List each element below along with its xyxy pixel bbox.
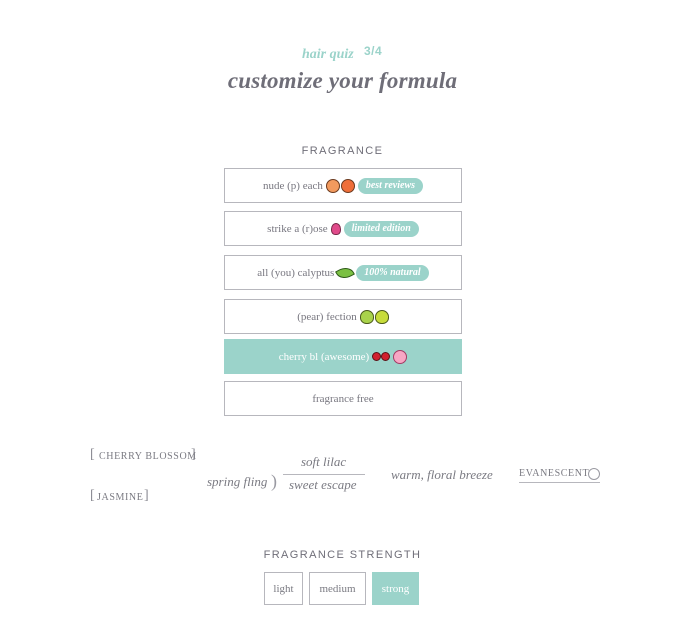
option-label: (pear) fection xyxy=(297,310,357,323)
note-soft-lilac: soft lilac xyxy=(301,454,347,469)
note-jasmine: JASMINE xyxy=(97,492,144,503)
flower-icon xyxy=(588,468,600,480)
fragrance-option-strike-a-rose[interactable]: strike a (r)ose limited edition xyxy=(224,211,462,246)
natural-badge: 100% natural xyxy=(356,264,429,281)
limited-edition-badge: limited edition xyxy=(343,220,419,237)
leaf-icon xyxy=(335,263,356,282)
note-floral-breeze: warm, floral breeze xyxy=(391,467,493,482)
divider xyxy=(519,482,600,483)
peach-icon xyxy=(325,178,340,193)
strength-label: light xyxy=(273,582,294,595)
fragrance-option-fragrance-free[interactable]: fragrance free xyxy=(224,381,462,416)
fragrance-option-pear-fection[interactable]: (pear) fection xyxy=(224,299,462,334)
fragrance-section-label: FRAGRANCE xyxy=(301,145,384,157)
pear-icon xyxy=(374,309,389,324)
fragrance-option-nude-peach[interactable]: nude (p) each best reviews xyxy=(224,168,462,203)
strength-label: strong xyxy=(381,582,410,595)
fragrance-option-cherry-blossom[interactable]: cherry bl (awesome) xyxy=(224,339,462,374)
brace: ) xyxy=(271,471,277,491)
note-cherry-blossom: CHERRY BLOSSOM xyxy=(99,451,197,462)
quiz-step-indicator: 3/4 xyxy=(364,44,383,58)
strength-label: medium xyxy=(319,582,356,595)
note-spring-fling: spring fling xyxy=(207,474,268,489)
option-label: cherry bl (awesome) xyxy=(278,350,370,363)
strength-medium-button[interactable]: medium xyxy=(309,572,366,605)
quiz-label: hair quiz xyxy=(302,47,354,62)
best-reviews-badge: best reviews xyxy=(357,177,423,194)
option-label: strike a (r)ose xyxy=(267,222,328,235)
page-title: customize your formula xyxy=(227,68,458,93)
option-label: fragrance free xyxy=(312,392,374,405)
strength-light-button[interactable]: light xyxy=(264,572,303,605)
cherries-icon xyxy=(372,352,391,361)
peach-icon xyxy=(340,178,355,193)
note-sweet-escape: sweet escape xyxy=(289,477,357,492)
open-bracket: [ xyxy=(90,447,95,462)
fragrance-strength-label: FRAGRANCE STRENGTH xyxy=(263,549,422,561)
strength-strong-button[interactable]: strong xyxy=(372,572,419,605)
pear-icon xyxy=(359,309,374,324)
close-bracket: ] xyxy=(191,447,196,462)
open-bracket: [ xyxy=(90,488,95,503)
fragrance-option-eucalyptus[interactable]: all (you) calyptus 100% natural xyxy=(224,255,462,290)
option-label: all (you) calyptus xyxy=(257,266,335,279)
rose-icon xyxy=(330,222,341,235)
note-evanescent: EVANESCENT xyxy=(519,468,590,479)
close-bracket: ] xyxy=(144,488,149,503)
option-label: nude (p) each xyxy=(262,179,323,192)
divider xyxy=(283,474,365,475)
blossom-icon xyxy=(393,349,408,364)
